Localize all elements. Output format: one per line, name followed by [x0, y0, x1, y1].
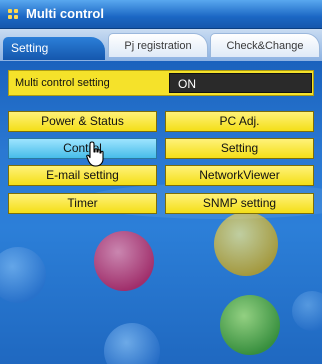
multi-control-setting-label: Multi control setting [15, 77, 110, 89]
window-title: Multi control [26, 6, 104, 21]
network-viewer-button[interactable]: NetworkViewer [165, 165, 314, 186]
email-setting-button[interactable]: E-mail setting [8, 165, 157, 186]
title-bar: Multi control [0, 0, 322, 29]
tab-bar: Pj registration Check&Change Setting [0, 29, 322, 61]
tab-setting[interactable]: Setting [3, 37, 105, 60]
power-status-button[interactable]: Power & Status [8, 111, 157, 132]
tab-pj-registration[interactable]: Pj registration [108, 33, 208, 57]
timer-button[interactable]: Timer [8, 193, 157, 214]
control-button[interactable]: Control [8, 138, 157, 159]
snmp-setting-button[interactable]: SNMP setting [165, 193, 314, 214]
grid-dots-icon [8, 9, 19, 20]
setting-button[interactable]: Setting [165, 138, 314, 159]
pc-adj-button[interactable]: PC Adj. [165, 111, 314, 132]
hand-pointer-icon [86, 141, 104, 167]
multi-control-setting-value[interactable]: ON [169, 73, 312, 93]
multi-control-setting-row: Multi control setting ON [8, 70, 314, 96]
tab-check-change[interactable]: Check&Change [210, 33, 320, 57]
multi-control-window: Multi control Pj registration Check&Chan… [0, 0, 322, 364]
